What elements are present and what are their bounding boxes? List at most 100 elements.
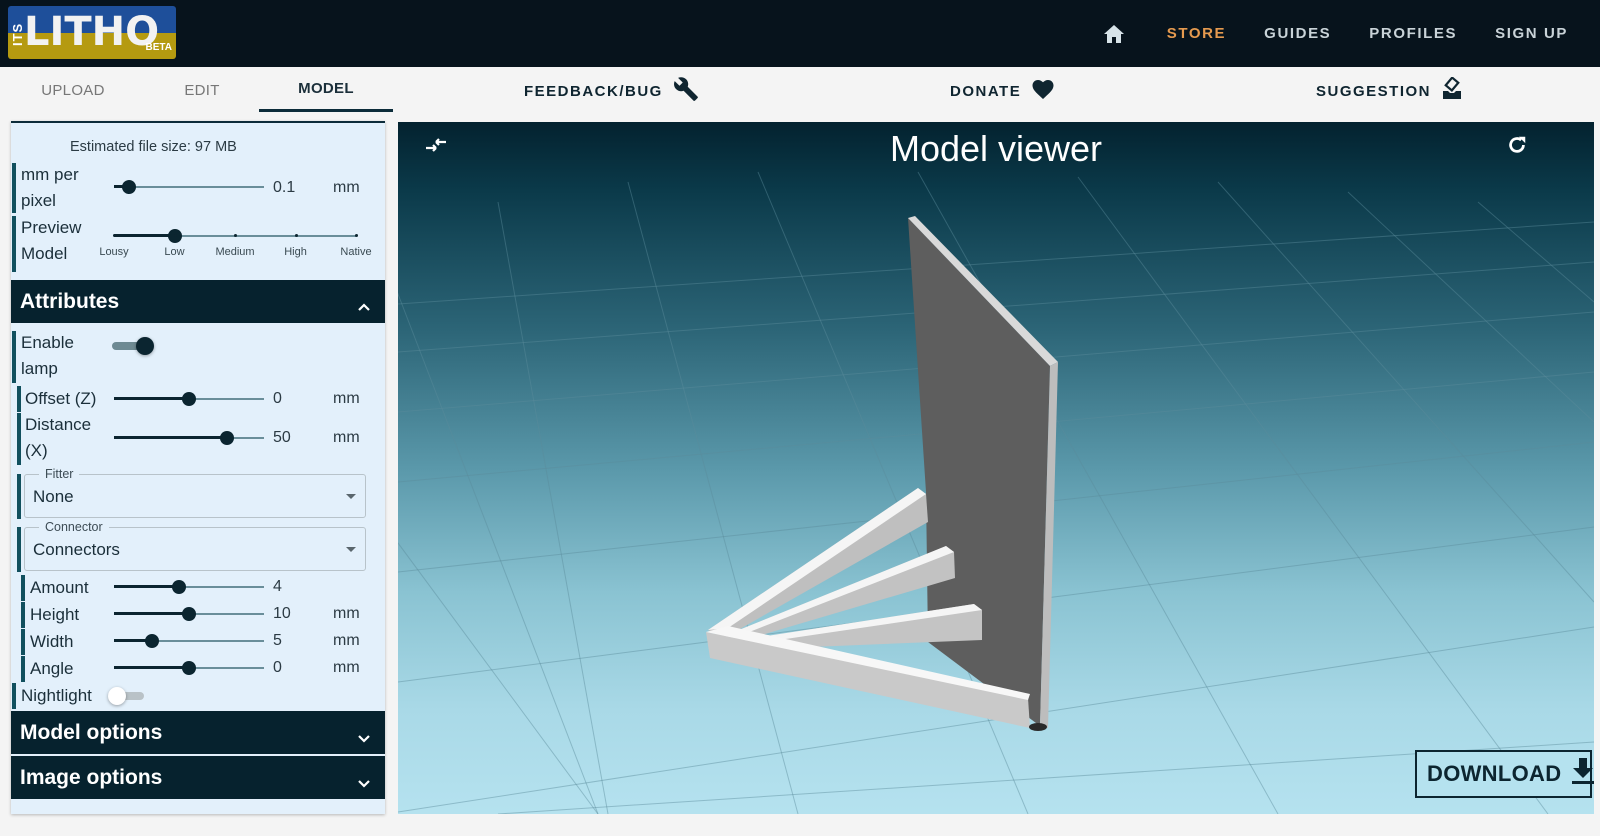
height-slider[interactable] xyxy=(114,606,264,622)
offset-z-slider[interactable] xyxy=(114,391,264,407)
tab-model[interactable]: MODEL xyxy=(259,67,393,112)
collapse-arrows-icon[interactable] xyxy=(424,136,448,161)
chevron-down-icon xyxy=(357,770,371,794)
preview-option-low[interactable]: Low xyxy=(164,246,184,258)
home-icon[interactable] xyxy=(1103,22,1127,46)
nav-profiles[interactable]: PROFILES xyxy=(1369,25,1457,42)
preview-model-row: Preview Model Lousy Low Medium High Native xyxy=(11,216,385,272)
connector-value: Connectors xyxy=(33,540,120,559)
enable-lamp-row: Enable lamp xyxy=(11,331,385,383)
distance-x-slider[interactable] xyxy=(114,430,264,446)
offset-z-value: 0 xyxy=(273,390,282,407)
row-indicator xyxy=(17,386,21,412)
wrench-icon xyxy=(663,76,699,106)
slider-thumb[interactable] xyxy=(219,431,234,445)
model-options-header[interactable]: Model options xyxy=(11,711,385,754)
distance-x-label: Distance (X) xyxy=(25,415,92,460)
feedback-bug-link[interactable]: FEEDBACK/BUG xyxy=(524,67,699,115)
connector-select[interactable]: Connector Connectors xyxy=(24,520,366,571)
mm-per-pixel-slider[interactable] xyxy=(114,179,264,195)
row-indicator xyxy=(17,527,21,572)
distance-x-row: Distance (X) 50 mm xyxy=(11,413,385,465)
dropdown-arrow-icon xyxy=(346,547,356,552)
mm-per-pixel-label: mm per pixel xyxy=(21,165,79,210)
image-options-title: Image options xyxy=(20,765,163,789)
preview-option-high[interactable]: High xyxy=(284,246,307,258)
preview-model-slider[interactable] xyxy=(113,228,358,244)
nightlight-label: Nightlight xyxy=(21,686,92,705)
row-indicator xyxy=(12,216,16,272)
fitter-select[interactable]: Fitter None xyxy=(24,467,366,518)
offset-z-unit: mm xyxy=(333,390,360,407)
logo-text: LITHO xyxy=(24,9,160,55)
attributes-header[interactable]: Attributes xyxy=(11,280,385,323)
top-navbar: ITS LITHO BETA STORE GUIDES PROFILES SIG… xyxy=(0,0,1600,67)
tab-edit[interactable]: EDIT xyxy=(137,67,267,113)
fitter-row: Fitter None xyxy=(11,467,385,519)
model-viewer[interactable]: Model viewer DOWNLOAD xyxy=(398,122,1594,814)
angle-slider[interactable] xyxy=(114,660,264,676)
chevron-down-icon xyxy=(357,725,371,749)
preview-option-lousy[interactable]: Lousy xyxy=(99,246,128,258)
height-label: Height xyxy=(30,605,80,624)
row-indicator xyxy=(21,575,25,601)
slider-thumb[interactable] xyxy=(182,392,196,406)
row-indicator xyxy=(12,163,16,213)
distance-x-unit: mm xyxy=(333,429,360,446)
viewer-title: Model viewer xyxy=(889,128,1103,169)
logo-prefix: ITS xyxy=(10,22,25,46)
nav-guides[interactable]: GUIDES xyxy=(1264,25,1331,42)
fitter-legend: Fitter xyxy=(39,467,80,481)
image-options-header[interactable]: Image options xyxy=(11,756,385,799)
slider-thumb[interactable] xyxy=(171,580,186,594)
donate-label: DONATE xyxy=(950,82,1022,100)
row-indicator xyxy=(12,683,16,709)
preview-option-medium[interactable]: Medium xyxy=(215,246,254,258)
nightlight-row: Nightlight xyxy=(11,683,385,709)
download-icon xyxy=(1561,757,1594,791)
angle-unit: mm xyxy=(333,659,360,676)
mm-per-pixel-unit: mm xyxy=(333,179,360,196)
slider-tick xyxy=(173,234,177,237)
workflow-tabs: UPLOAD EDIT MODEL FEEDBACK/BUG DONATE SU… xyxy=(0,67,1600,119)
offset-z-row: Offset (Z) 0 mm xyxy=(11,386,385,412)
mm-per-pixel-row: mm per pixel 0.1 mm xyxy=(11,163,385,213)
enable-lamp-toggle[interactable] xyxy=(112,337,156,356)
height-row: Height 10 mm xyxy=(11,602,385,628)
amount-row: Amount 4 xyxy=(11,575,385,601)
itslitho-logo[interactable]: ITS LITHO BETA xyxy=(8,6,176,59)
nav-sign-up[interactable]: SIGN UP xyxy=(1495,25,1568,42)
slider-tick xyxy=(113,234,116,237)
3d-scene[interactable] xyxy=(398,122,1594,814)
width-slider[interactable] xyxy=(114,633,264,649)
download-button[interactable]: DOWNLOAD xyxy=(1415,750,1594,798)
connector-legend: Connector xyxy=(39,520,109,534)
slider-tick xyxy=(234,234,237,237)
nightlight-toggle[interactable] xyxy=(108,687,152,706)
tab-upload[interactable]: UPLOAD xyxy=(8,67,138,113)
dropdown-arrow-icon xyxy=(346,494,356,499)
main-nav: STORE GUIDES PROFILES SIGN UP xyxy=(1103,0,1600,67)
amount-slider[interactable] xyxy=(114,579,264,595)
donate-link[interactable]: DONATE xyxy=(950,67,1055,115)
offset-z-label: Offset (Z) xyxy=(25,389,97,408)
connector-row: Connector Connectors xyxy=(11,520,385,572)
slider-thumb[interactable] xyxy=(182,607,196,621)
refresh-icon[interactable] xyxy=(1506,134,1528,161)
row-indicator xyxy=(21,656,25,682)
height-value: 10 xyxy=(273,605,291,622)
angle-value: 0 xyxy=(273,659,282,676)
row-indicator xyxy=(17,413,21,465)
amount-label: Amount xyxy=(30,578,89,597)
heart-icon xyxy=(1021,78,1055,104)
suggestion-link[interactable]: SUGGESTION xyxy=(1316,67,1463,115)
width-value: 5 xyxy=(273,632,282,649)
preview-option-native[interactable]: Native xyxy=(340,246,371,258)
row-indicator xyxy=(21,629,25,655)
angle-row: Angle 0 mm xyxy=(11,656,385,682)
slider-thumb[interactable] xyxy=(122,180,136,194)
slider-thumb[interactable] xyxy=(182,661,196,675)
enable-lamp-label: Enable lamp xyxy=(21,333,74,378)
nav-store[interactable]: STORE xyxy=(1167,25,1226,42)
slider-thumb[interactable] xyxy=(144,634,159,648)
